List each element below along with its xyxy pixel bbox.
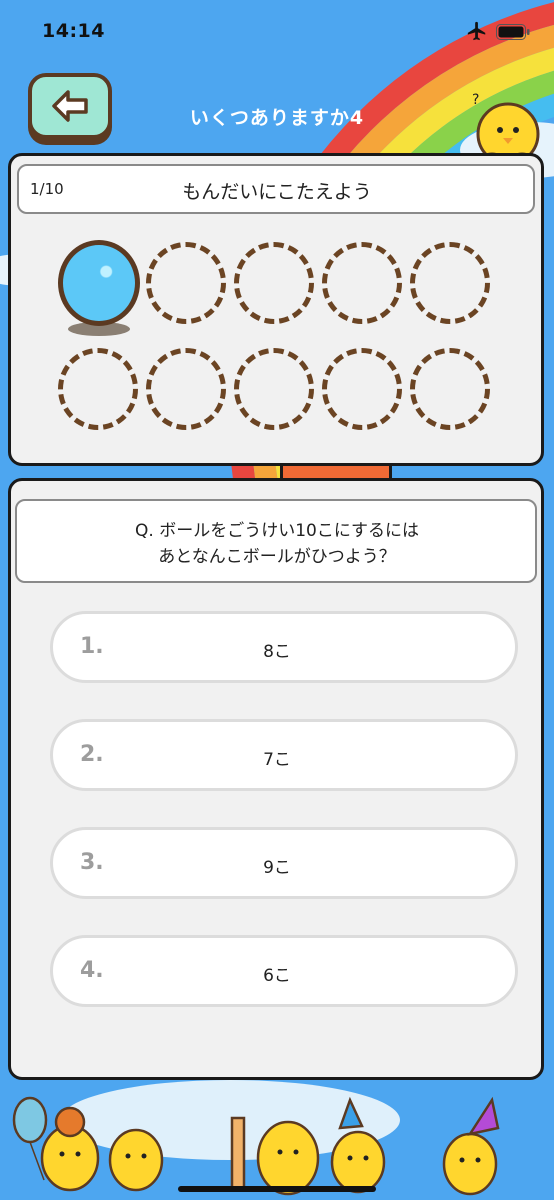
empty-slot bbox=[410, 242, 490, 324]
answer-label: 9こ bbox=[263, 858, 291, 878]
empty-slot bbox=[58, 348, 138, 430]
question-line-1: Q. ボールをごうけい10こにするには bbox=[135, 521, 419, 541]
home-indicator[interactable] bbox=[178, 1186, 376, 1192]
answer-label: 6こ bbox=[263, 966, 291, 986]
airplane-icon bbox=[467, 21, 486, 41]
empty-slot bbox=[234, 348, 314, 430]
battery-icon bbox=[496, 24, 530, 40]
chick-party-decoration bbox=[12, 1080, 500, 1196]
answer-label: 8こ bbox=[263, 642, 291, 662]
empty-slot bbox=[322, 348, 402, 430]
status-time: 14:14 bbox=[42, 20, 105, 42]
instruction-text: もんだいにこたえよう bbox=[182, 181, 372, 203]
question-line-2: あとなんこボールがひつよう？ bbox=[158, 547, 396, 567]
empty-slot bbox=[410, 348, 490, 430]
empty-slot bbox=[146, 348, 226, 430]
answer-label: 7こ bbox=[263, 750, 291, 770]
svg-text:?: ? bbox=[472, 92, 479, 108]
question-box bbox=[15, 499, 537, 583]
ball-icon bbox=[58, 240, 140, 326]
empty-slot bbox=[146, 242, 226, 324]
empty-slot bbox=[322, 242, 402, 324]
empty-slot bbox=[234, 242, 314, 324]
